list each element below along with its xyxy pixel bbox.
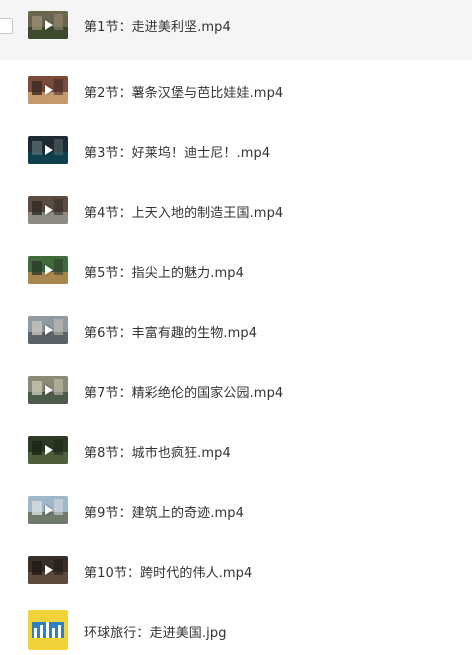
file-name[interactable]: 第6节：丰富有趣的生物.mp4	[84, 322, 257, 341]
file-name[interactable]: 第4节：上天入地的制造王国.mp4	[84, 202, 283, 221]
video-thumbnail[interactable]	[28, 256, 68, 284]
file-row[interactable]: 第6节：丰富有趣的生物.mp4	[0, 300, 472, 360]
file-name[interactable]: 第10节：跨时代的伟人.mp4	[84, 562, 252, 581]
video-thumbnail[interactable]	[28, 11, 68, 39]
video-thumbnail[interactable]	[28, 436, 68, 464]
file-row[interactable]: 第2节：薯条汉堡与芭比娃娃.mp4	[0, 60, 472, 120]
video-thumbnail[interactable]	[28, 316, 68, 344]
play-icon	[45, 505, 53, 515]
video-thumbnail[interactable]	[28, 196, 68, 224]
file-row[interactable]: 第8节：城市也疯狂.mp4	[0, 420, 472, 480]
video-thumbnail[interactable]	[28, 376, 68, 404]
file-row[interactable]: 第4节：上天入地的制造王国.mp4	[0, 180, 472, 240]
video-thumbnail[interactable]	[28, 136, 68, 164]
play-icon	[45, 385, 53, 395]
file-name[interactable]: 环球旅行：走进美国.jpg	[84, 622, 227, 641]
file-name[interactable]: 第2节：薯条汉堡与芭比娃娃.mp4	[84, 82, 283, 101]
file-row[interactable]: 第10节：跨时代的伟人.mp4	[0, 540, 472, 600]
file-row[interactable]: 第3节：好莱坞！迪士尼！.mp4	[0, 120, 472, 180]
file-name[interactable]: 第5节：指尖上的魅力.mp4	[84, 262, 244, 281]
file-name[interactable]: 第9节：建筑上的奇迹.mp4	[84, 502, 244, 521]
video-thumbnail[interactable]	[28, 76, 68, 104]
video-thumbnail[interactable]	[28, 556, 68, 584]
play-icon	[45, 445, 53, 455]
file-name[interactable]: 第8节：城市也疯狂.mp4	[84, 442, 231, 461]
play-icon	[45, 325, 53, 335]
file-name[interactable]: 第3节：好莱坞！迪士尼！.mp4	[84, 142, 270, 161]
play-icon	[45, 565, 53, 575]
file-row[interactable]: 第7节：精彩绝伦的国家公园.mp4	[0, 360, 472, 420]
select-checkbox[interactable]	[0, 18, 13, 34]
play-icon	[45, 265, 53, 275]
file-row[interactable]: 第1节：走进美利坚.mp4	[0, 0, 472, 60]
play-icon	[45, 205, 53, 215]
file-list: 第1节：走进美利坚.mp4 第2节：薯条汉堡与芭比娃娃.mp4 第3节：好莱坞！迪士…	[0, 0, 472, 655]
file-row[interactable]: 环球旅行：走进美国.jpg	[0, 600, 472, 655]
play-icon	[45, 85, 53, 95]
play-icon	[45, 145, 53, 155]
image-thumbnail[interactable]	[28, 610, 68, 650]
file-row[interactable]: 第9节：建筑上的奇迹.mp4	[0, 480, 472, 540]
play-icon	[45, 20, 53, 30]
file-name[interactable]: 第1节：走进美利坚.mp4	[84, 16, 231, 35]
file-name[interactable]: 第7节：精彩绝伦的国家公园.mp4	[84, 382, 283, 401]
file-row[interactable]: 第5节：指尖上的魅力.mp4	[0, 240, 472, 300]
video-thumbnail[interactable]	[28, 496, 68, 524]
